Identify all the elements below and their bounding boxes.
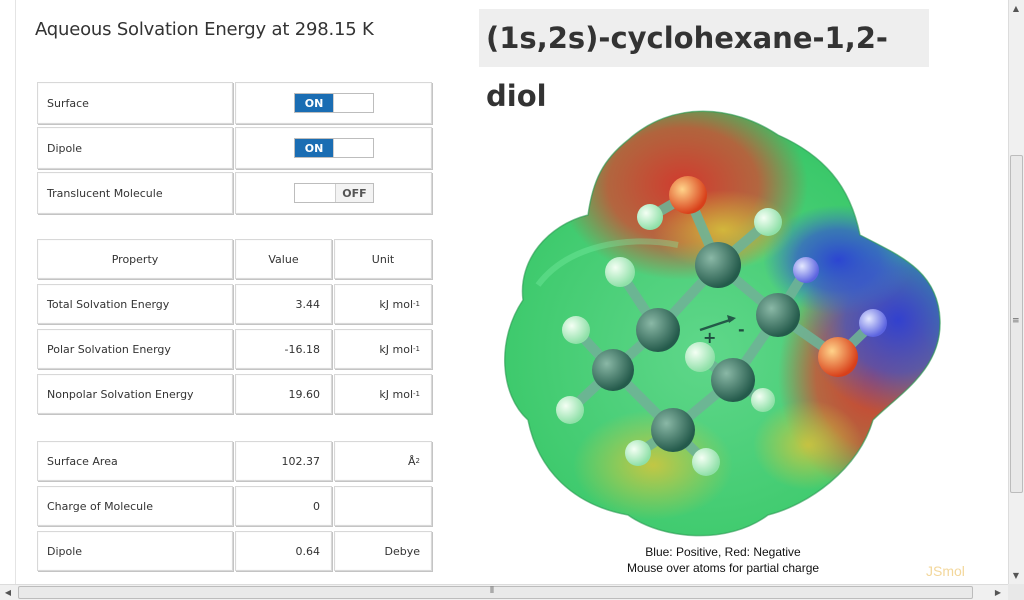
horizontal-scrollbar[interactable]: ◀ ⦀ ▶: [0, 584, 1008, 600]
translucent-toggle-state: OFF: [336, 184, 373, 202]
toggle-cell-translucent: OFF: [235, 172, 432, 214]
unit-base: Debye: [384, 544, 421, 558]
table-row-unit: [334, 486, 432, 526]
table-row-property: Nonpolar Solvation Energy: [37, 374, 233, 414]
table-row-property: Charge of Molecule: [37, 486, 233, 526]
table-row-unit: kJ mol -1: [334, 329, 432, 369]
legend-line-2: Mouse over atoms for partial charge: [626, 561, 820, 575]
scrollbar-corner: [1008, 584, 1024, 600]
toggle-label-translucent: Translucent Molecule: [37, 172, 233, 214]
horizontal-scroll-thumb[interactable]: [18, 586, 973, 599]
unit-base: kJ mol: [379, 387, 414, 401]
dipole-toggle-state: ON: [295, 139, 333, 157]
table-row-property: Polar Solvation Energy: [37, 329, 233, 369]
translucent-toggle[interactable]: OFF: [294, 183, 374, 203]
molecule-viewer[interactable]: + -: [478, 75, 986, 580]
toggle-label-dipole: Dipole: [37, 127, 233, 169]
table-row-property: Total Solvation Energy: [37, 284, 233, 324]
page-left-border: [15, 0, 16, 584]
surface-toggle-knob: [333, 94, 373, 112]
toggle-cell-dipole: ON: [235, 127, 432, 169]
electrostatic-surface: [504, 111, 941, 536]
table-row-property: Dipole: [37, 531, 233, 571]
scroll-up-icon[interactable]: ▲: [1009, 1, 1023, 15]
dipole-minus: -: [738, 320, 745, 339]
legend-line-1: Blue: Positive, Red: Negative: [645, 545, 801, 559]
translucent-toggle-knob: [295, 184, 336, 202]
column-header-unit: Unit: [334, 239, 432, 279]
toggle-cell-surface: ON: [235, 82, 432, 124]
vertical-grip-icon: ≡: [1012, 316, 1020, 326]
page: Aqueous Solvation Energy at 298.15 K (1s…: [0, 0, 1008, 584]
dipole-toggle[interactable]: ON: [294, 138, 374, 158]
jsmol-watermark: JSmol: [926, 563, 965, 579]
scroll-down-icon[interactable]: ▼: [1009, 568, 1023, 582]
vertical-scrollbar[interactable]: ▲ ≡ ▼: [1008, 0, 1024, 584]
table-row-unit: kJ mol -1: [334, 284, 432, 324]
scroll-right-icon[interactable]: ▶: [991, 585, 1005, 599]
surface-toggle-state: ON: [295, 94, 333, 112]
dipole-plus: +: [703, 328, 716, 347]
table-row-value: 3.44: [235, 284, 332, 324]
page-title: Aqueous Solvation Energy at 298.15 K: [35, 19, 374, 40]
table-row-value: 0.64: [235, 531, 332, 571]
table-row-unit: Debye: [334, 531, 432, 571]
horizontal-grip-icon: ⦀: [490, 586, 494, 596]
table-row-value: 19.60: [235, 374, 332, 414]
molecule-name: (1s,2s)-cyclohexane-1,2-diol: [479, 9, 929, 113]
table-row-unit: kJ mol -1: [334, 374, 432, 414]
unit-base: kJ mol: [379, 297, 414, 311]
column-header-value: Value: [235, 239, 332, 279]
column-header-property: Property: [37, 239, 233, 279]
dipole-toggle-knob: [333, 139, 373, 157]
toggle-label-surface: Surface: [37, 82, 233, 124]
table-row-unit: Å2: [334, 441, 432, 481]
unit-base: Å: [408, 454, 416, 468]
table-row-value: 0: [235, 486, 332, 526]
scroll-left-icon[interactable]: ◀: [1, 585, 15, 599]
surface-toggle[interactable]: ON: [294, 93, 374, 113]
unit-base: kJ mol: [379, 342, 414, 356]
table-row-property: Surface Area: [37, 441, 233, 481]
table-row-value: -16.18: [235, 329, 332, 369]
table-row-value: 102.37: [235, 441, 332, 481]
